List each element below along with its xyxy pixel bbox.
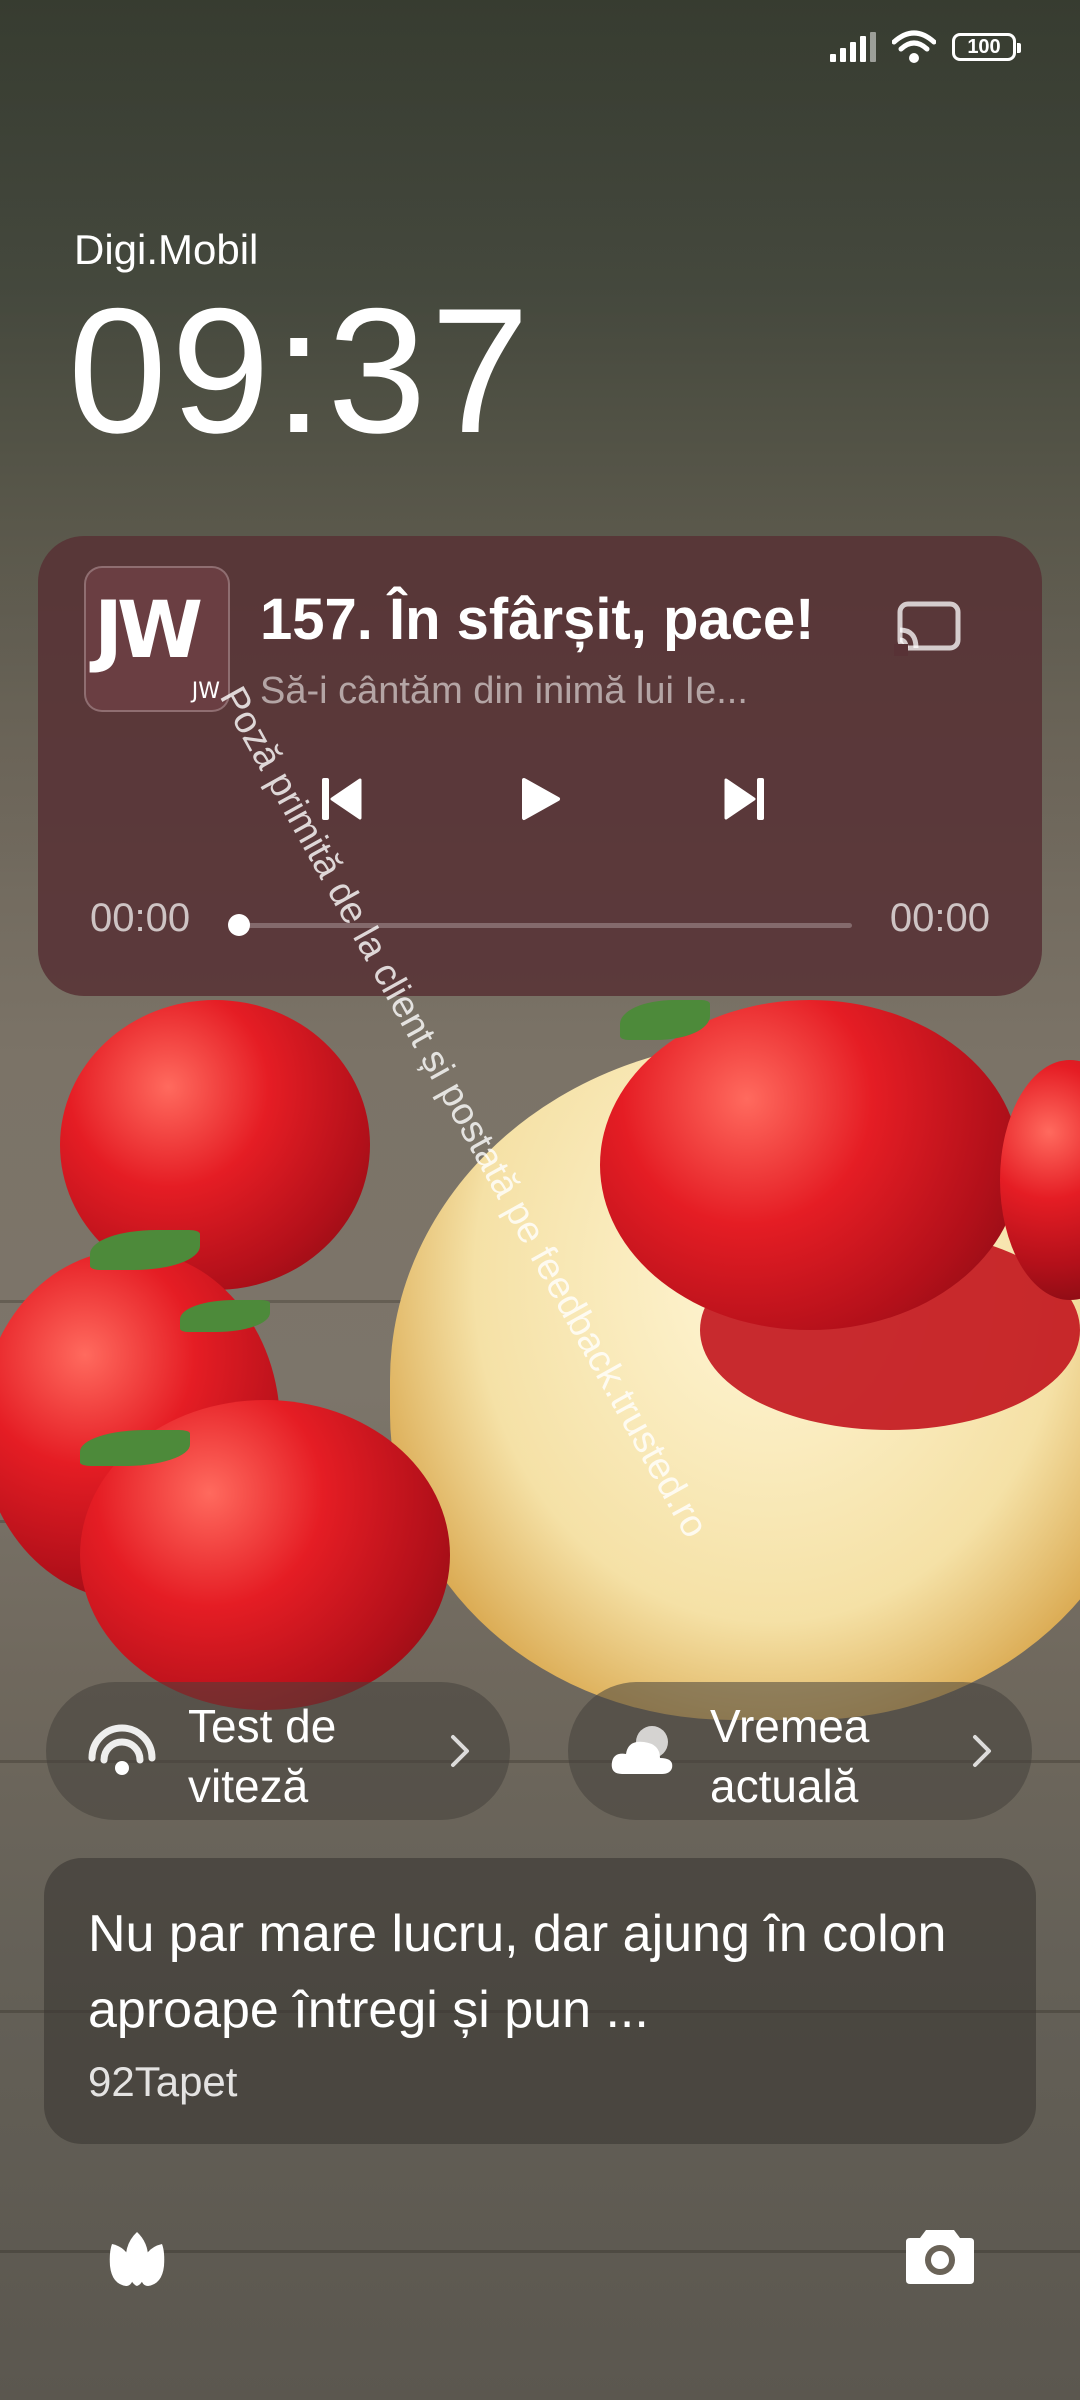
shortcut-label: Vremea actuală: [710, 1696, 869, 1816]
battery-level: 100: [967, 35, 1001, 58]
app-logo-text: JW: [94, 586, 203, 676]
carrier-name: Digi.Mobil: [74, 226, 259, 273]
speed-test-shortcut[interactable]: Test de viteză: [46, 1682, 510, 1820]
notification-app-name: 92Tapet: [88, 2058, 238, 2105]
previous-icon[interactable]: [320, 776, 364, 822]
elapsed-time: 00:00: [90, 896, 191, 940]
next-icon[interactable]: [722, 776, 766, 822]
media-player-card[interactable]: JW JW 157. În sfârșit, pace! Să-i cântăm…: [38, 536, 1042, 996]
signal-icon: [830, 32, 876, 62]
shortcut-label-line1: Vremea: [710, 1700, 870, 1752]
camera-icon[interactable]: [904, 2224, 976, 2286]
cloud-icon: [611, 1726, 673, 1774]
lock-clock[interactable]: 09:37: [68, 282, 533, 460]
play-icon[interactable]: [518, 776, 562, 822]
duration-time: 00:00: [889, 896, 990, 940]
tulip-icon[interactable]: [104, 2226, 170, 2292]
cast-icon[interactable]: [894, 600, 964, 656]
wifi-icon: [892, 30, 936, 63]
shortcut-label-line1: Test de: [188, 1700, 337, 1752]
notification-text: Nu par mare lucru, dar ajung în colon ap…: [88, 1905, 947, 2039]
status-bar: 100: [830, 30, 1021, 64]
progress-track[interactable]: [234, 923, 852, 928]
track-subtitle: Să-i cântăm din inimă lui Ie...: [260, 670, 748, 712]
chevron-right-icon: [973, 1735, 991, 1767]
shortcut-label: Test de viteză: [188, 1696, 336, 1816]
weather-shortcut[interactable]: Vremea actuală: [568, 1682, 1032, 1820]
shortcut-label-line2: viteză: [188, 1760, 309, 1812]
notification-card[interactable]: Nu par mare lucru, dar ajung în colon ap…: [44, 1858, 1036, 2144]
app-logo: JW JW: [84, 566, 230, 712]
shortcut-label-line2: actuală: [710, 1760, 859, 1812]
battery-icon: 100: [952, 33, 1021, 61]
track-title: 157. În sfârșit, pace!: [260, 587, 815, 652]
progress-knob[interactable]: [228, 914, 250, 936]
speed-test-icon: [88, 1724, 156, 1775]
chevron-right-icon: [451, 1735, 469, 1767]
